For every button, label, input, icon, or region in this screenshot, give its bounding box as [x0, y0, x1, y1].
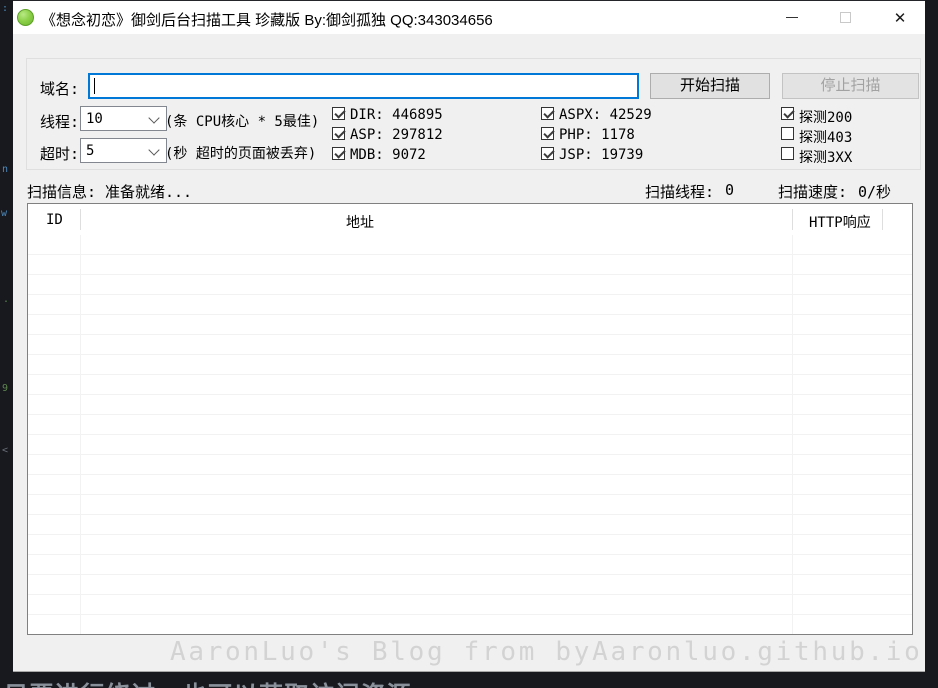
domain-label: 域名:: [40, 78, 79, 99]
titlebar: 《想念初恋》御剑后台扫描工具 珍藏版 By:御剑孤独 QQ:343034656 …: [13, 1, 925, 34]
start-scan-button[interactable]: 开始扫描: [650, 73, 770, 99]
checkbox-box: [541, 107, 554, 120]
window-title: 《想念初恋》御剑后台扫描工具 珍藏版 By:御剑孤独 QQ:343034656: [41, 9, 493, 30]
column-grid-line: [792, 235, 793, 634]
stop-scan-button[interactable]: 停止扫描: [782, 73, 919, 99]
app-window: 《想念初恋》御剑后台扫描工具 珍藏版 By:御剑孤独 QQ:343034656 …: [13, 0, 925, 672]
check-icon: [783, 107, 794, 118]
domain-input[interactable]: [88, 73, 639, 99]
checkbox-box: [332, 127, 345, 140]
background-page-text: 只要进行绕过，也可以获取访问资源: [4, 675, 412, 688]
checkbox-box: [332, 107, 345, 120]
maximize-button[interactable]: [823, 1, 869, 34]
checkbox-box: [541, 147, 554, 160]
timeout-select-value: 5: [86, 143, 94, 159]
checkbox-box: [781, 107, 794, 120]
scan-threads-label: 扫描线程:: [645, 181, 714, 202]
check-icon: [334, 107, 345, 118]
column-header-id[interactable]: ID: [46, 212, 63, 228]
scan-speed-label: 扫描速度:: [778, 181, 847, 202]
close-icon: ✕: [877, 1, 923, 34]
checkbox-label: 探测403: [799, 127, 852, 147]
watermark-text: AaronLuo's Blog from byAaronluo.github.i…: [170, 637, 923, 667]
results-table: ID 地址 HTTP响应: [27, 203, 913, 635]
checkbox-box: [332, 147, 345, 160]
checkbox-label: MDB: 9072: [350, 147, 426, 163]
scan-speed-value: 0/秒: [858, 181, 891, 202]
threads-hint: (条 CPU核心 * 5最佳): [165, 111, 319, 131]
maximize-icon: [840, 12, 851, 23]
checkbox-box: [781, 127, 794, 140]
close-button[interactable]: ✕: [877, 1, 923, 34]
editor-fragment: :: [2, 3, 8, 14]
column-separator: [882, 209, 883, 230]
checkbox-label: JSP: 19739: [559, 147, 643, 163]
column-header-address[interactable]: 地址: [346, 212, 374, 232]
scan-threads-value: 0: [725, 181, 734, 199]
checkbox-label: ASPX: 42529: [559, 107, 652, 123]
app-icon: [17, 9, 34, 26]
checkbox-box: [541, 127, 554, 140]
checkbox-label: PHP: 1178: [559, 127, 635, 143]
threads-label: 线程:: [40, 111, 79, 132]
screen: : n w . 9 < 只要进行绕过，也可以获取访问资源 《想念初恋》御剑后台扫…: [0, 0, 938, 688]
check-icon: [334, 147, 345, 158]
results-table-body: [28, 235, 912, 634]
editor-fragment: w: [1, 208, 7, 219]
check-icon: [334, 127, 345, 138]
checkbox-label: ASP: 297812: [350, 127, 443, 143]
threads-select-value: 10: [86, 111, 103, 127]
check-icon: [543, 127, 554, 138]
check-icon: [543, 147, 554, 158]
minimize-icon: [786, 17, 798, 18]
threads-select[interactable]: 10: [80, 106, 167, 131]
checkbox-box: [781, 147, 794, 160]
results-table-header: ID 地址 HTTP响应: [28, 204, 912, 235]
checkbox-label: 探测3XX: [799, 147, 852, 167]
scan-info-label: 扫描信息:: [27, 181, 96, 202]
editor-fragment: 9: [2, 383, 8, 394]
scan-info-value: 准备就绪...: [105, 181, 192, 202]
column-header-http-response[interactable]: HTTP响应: [809, 212, 871, 232]
checkbox-label: DIR: 446895: [350, 107, 443, 123]
timeout-select[interactable]: 5: [80, 138, 167, 163]
editor-fragment: .: [3, 294, 9, 305]
timeout-hint: (秒 超时的页面被丢弃): [165, 143, 316, 163]
check-icon: [543, 107, 554, 118]
chevron-down-icon: [148, 112, 159, 123]
column-separator: [80, 209, 81, 230]
text-caret: [94, 78, 95, 94]
checkbox-label: 探测200: [799, 107, 852, 127]
editor-fragment: <: [2, 445, 8, 456]
column-grid-line: [80, 235, 81, 634]
timeout-label: 超时:: [40, 143, 79, 164]
editor-fragment: n: [2, 164, 8, 175]
minimize-button[interactable]: [769, 1, 815, 34]
column-separator: [792, 209, 793, 230]
chevron-down-icon: [148, 144, 159, 155]
